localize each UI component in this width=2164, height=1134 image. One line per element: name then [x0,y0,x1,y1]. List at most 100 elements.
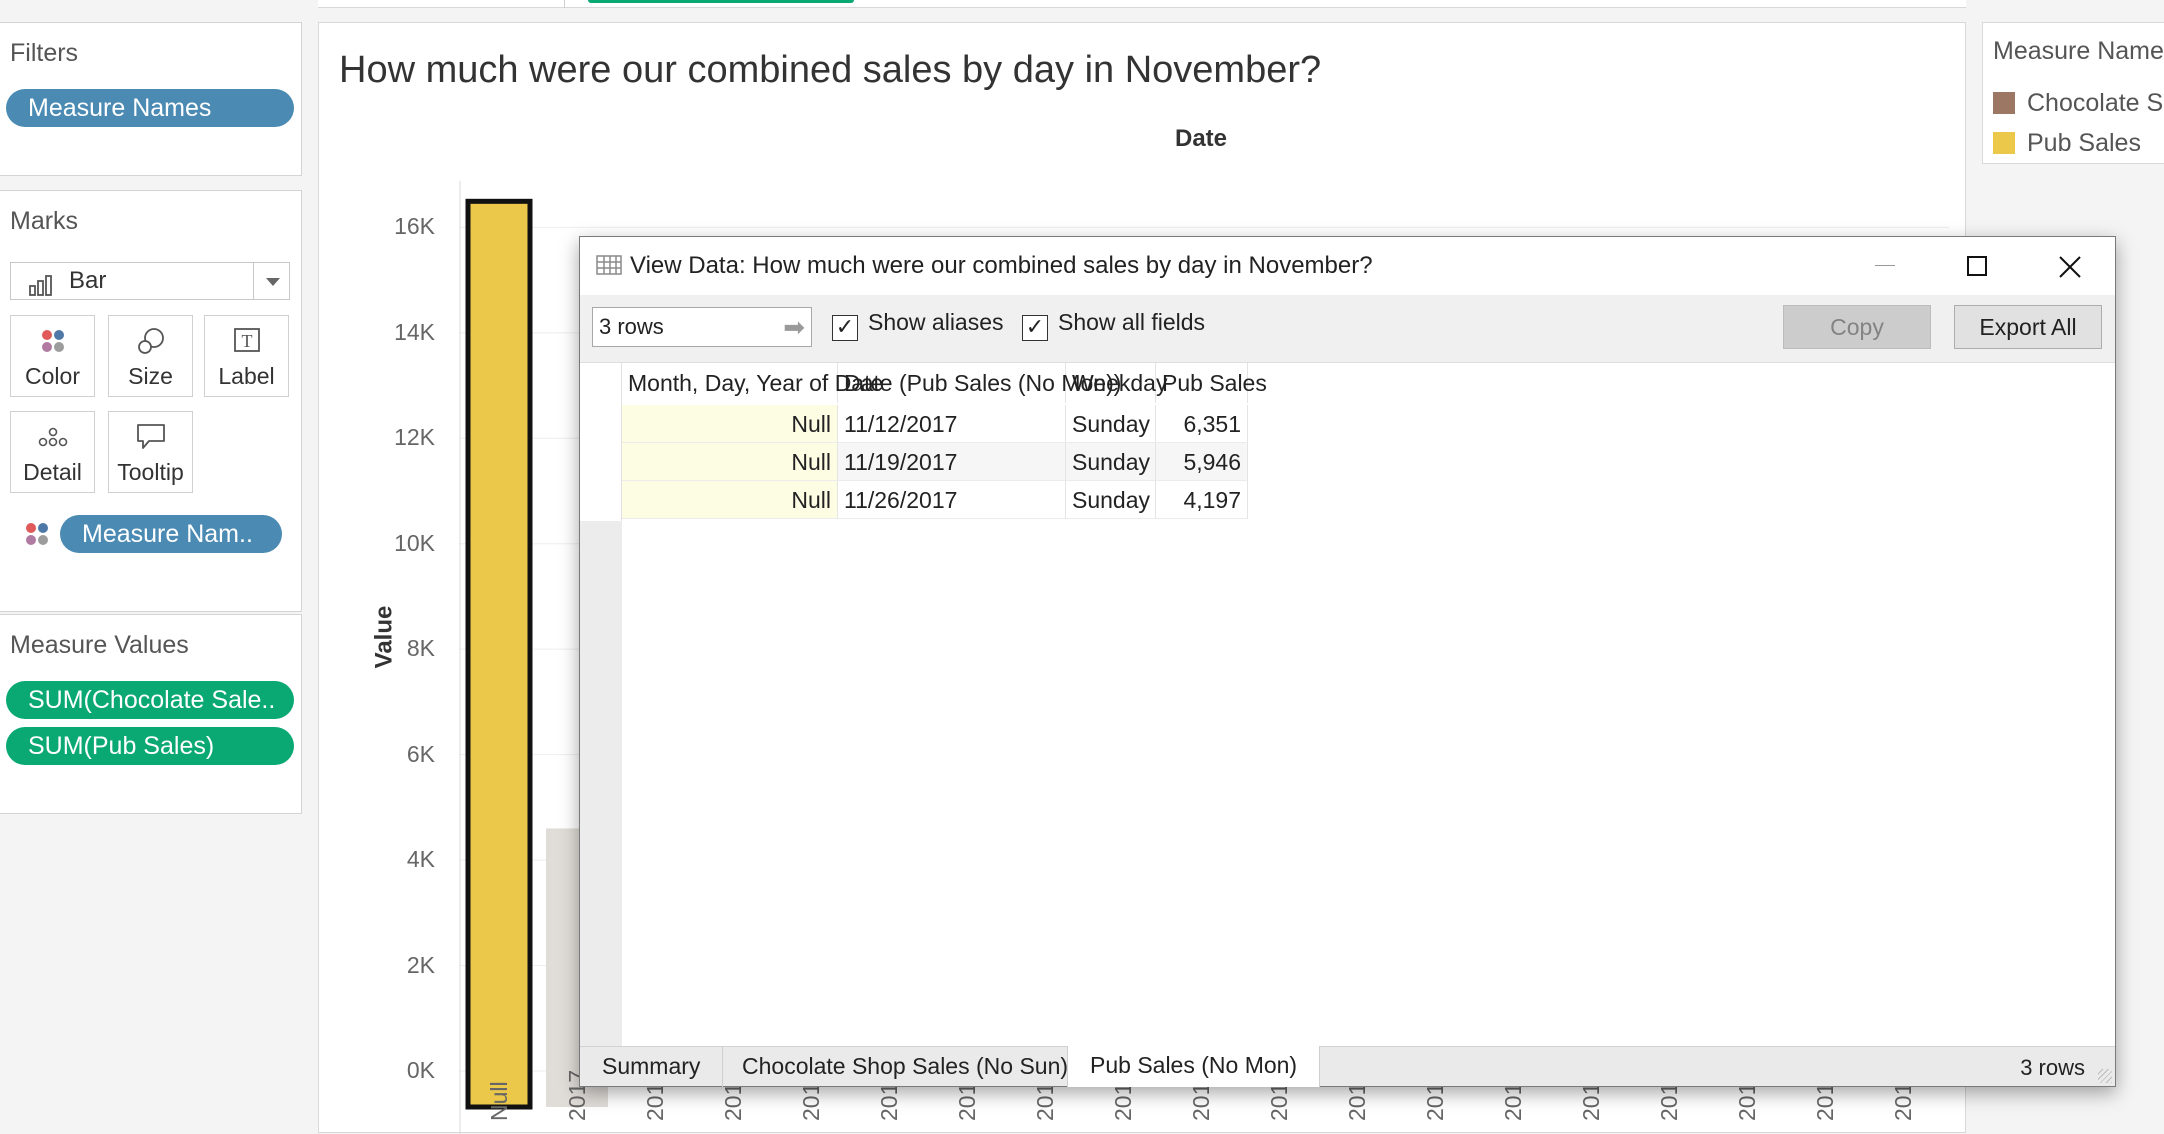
checkbox-checked-icon: ✓ [1022,315,1048,341]
color-pill-measure-names[interactable]: Measure Nam.. [60,515,282,553]
y-tick-label: 2K [406,951,435,978]
tab-pub-sales[interactable]: Pub Sales (No Mon) [1067,1046,1321,1087]
table-cell[interactable]: Null [622,443,838,481]
top-tab-accent [588,0,854,3]
y-tick-label: 0K [406,1057,435,1083]
table-cell[interactable]: 4,197 [1156,481,1248,519]
table-cell[interactable]: Sunday [1066,405,1156,443]
copy-button[interactable]: Copy [1783,305,1931,349]
bar-chart-icon [29,271,59,296]
size-button[interactable]: Size [108,315,193,397]
y-tick-label: 10K [394,529,435,556]
row-header-column [580,363,622,1046]
legend-title: Measure Names [1993,37,2164,65]
arrow-right-icon[interactable]: ➡ [783,308,805,346]
minimize-icon [1875,265,1895,266]
text-label-icon: T [205,326,288,356]
column-header[interactable]: Month, Day, Year of Date [622,363,883,403]
column-header[interactable]: Weekday [1066,363,1167,403]
size-label: Size [128,363,173,389]
table-cell[interactable]: 6,351 [1156,405,1248,443]
size-icon [109,326,192,356]
tab-chocolate-shop-sales[interactable]: Chocolate Shop Sales (No Sun) [720,1047,1092,1087]
detail-label: Detail [23,459,82,485]
filters-title: Filters [10,39,79,67]
detail-icon [11,422,94,452]
table-cell[interactable]: Null [622,405,838,443]
color-encoding-icon [22,519,52,549]
maximize-button[interactable] [1931,237,2023,295]
show-all-fields-checkbox[interactable]: ✓ Show all fields [1022,309,1205,341]
filter-pill-measure-names[interactable]: Measure Names [6,89,294,127]
legend-swatch [1993,92,2015,114]
table-cell[interactable]: 5,946 [1156,443,1248,481]
tooltip-icon [109,422,192,452]
color-legend: Measure Names Chocolate Sales Pub Sales [1982,22,2164,164]
y-tick-label: 6K [406,740,435,767]
legend-label: Chocolate Sales [2027,89,2164,117]
top-tab-divider [564,0,565,8]
checkbox-checked-icon: ✓ [832,315,858,341]
resize-grip-icon[interactable] [2098,1069,2112,1083]
x-tick-label: Null [486,1081,512,1121]
mark-type-dropdown[interactable]: Bar [10,262,290,300]
close-icon [2059,256,2081,278]
table-cell[interactable]: Sunday [1066,481,1156,519]
show-aliases-label: Show aliases [868,309,1004,335]
tooltip-label: Tooltip [117,459,184,485]
y-tick-label: 14K [394,318,435,345]
row-header-empty [580,521,622,1046]
svg-text:T: T [241,331,252,351]
dialog-titlebar[interactable]: View Data: How much were our combined sa… [580,237,2115,295]
y-tick-label: 8K [406,635,435,662]
marks-card: Marks Bar Color Size T Label Detail Tool… [0,190,302,612]
filters-shelf: Filters Measure Names [0,22,302,176]
table-cell[interactable]: 11/12/2017 [838,405,1066,443]
y-tick-label: 4K [406,846,435,873]
legend-swatch [1993,132,2015,154]
legend-item-chocolate-sales[interactable]: Chocolate Sales [1993,89,2164,118]
mark-type-label: Bar [69,267,107,294]
tooltip-button[interactable]: Tooltip [108,411,193,493]
row-count-status: 3 rows [2020,1055,2085,1080]
rows-input[interactable]: 3 rows ➡ [592,307,812,347]
legend-label: Pub Sales [2027,129,2141,157]
tab-summary[interactable]: Summary [580,1047,724,1087]
maximize-icon [1967,256,1987,276]
column-header[interactable]: Pub Sales [1156,363,1267,403]
column-header[interactable]: Date (Pub Sales (No Mon)) [838,363,1121,403]
measure-pill-chocolate-sales[interactable]: SUM(Chocolate Sale.. [6,681,294,719]
color-label: Color [25,363,80,389]
chevron-down-icon[interactable] [253,263,289,299]
y-tick-label: 12K [394,424,435,451]
color-icon [11,326,94,356]
marks-title: Marks [10,207,79,235]
export-all-button[interactable]: Export All [1954,305,2102,349]
label-button[interactable]: T Label [204,315,289,397]
data-grid: Month, Day, Year of Date Date (Pub Sales… [580,363,2115,1046]
detail-button[interactable]: Detail [10,411,95,493]
table-icon [596,255,622,280]
label-label: Label [218,363,275,389]
top-tab-strip [318,0,1966,8]
color-button[interactable]: Color [10,315,95,397]
table-cell[interactable]: 11/19/2017 [838,443,1066,481]
rows-value: 3 rows [599,314,664,339]
table-cell[interactable]: Null [622,481,838,519]
bar-pub-sales[interactable] [465,198,533,1110]
dialog-title: View Data: How much were our combined sa… [630,252,1373,279]
measure-pill-pub-sales[interactable]: SUM(Pub Sales) [6,727,294,765]
dialog-toolbar: 3 rows ➡ ✓ Show aliases ✓ Show all fields … [580,295,2115,363]
table-cell[interactable]: Sunday [1066,443,1156,481]
legend-item-pub-sales[interactable]: Pub Sales [1993,129,2141,158]
view-data-dialog: View Data: How much were our combined sa… [579,236,2116,1087]
show-aliases-checkbox[interactable]: ✓ Show aliases [832,309,1004,341]
dialog-tab-bar: Summary Chocolate Shop Sales (No Sun) Pu… [580,1046,2115,1087]
minimize-button[interactable] [1839,237,1931,295]
y-axis: 16K 14K 12K 10K 8K 6K 4K 2K 0K [319,23,445,1134]
show-all-fields-label: Show all fields [1058,309,1206,335]
close-button[interactable] [2023,237,2115,295]
measure-values-title: Measure Values [10,631,189,659]
table-cell[interactable]: 11/26/2017 [838,481,1066,519]
y-tick-label: 16K [394,213,435,240]
